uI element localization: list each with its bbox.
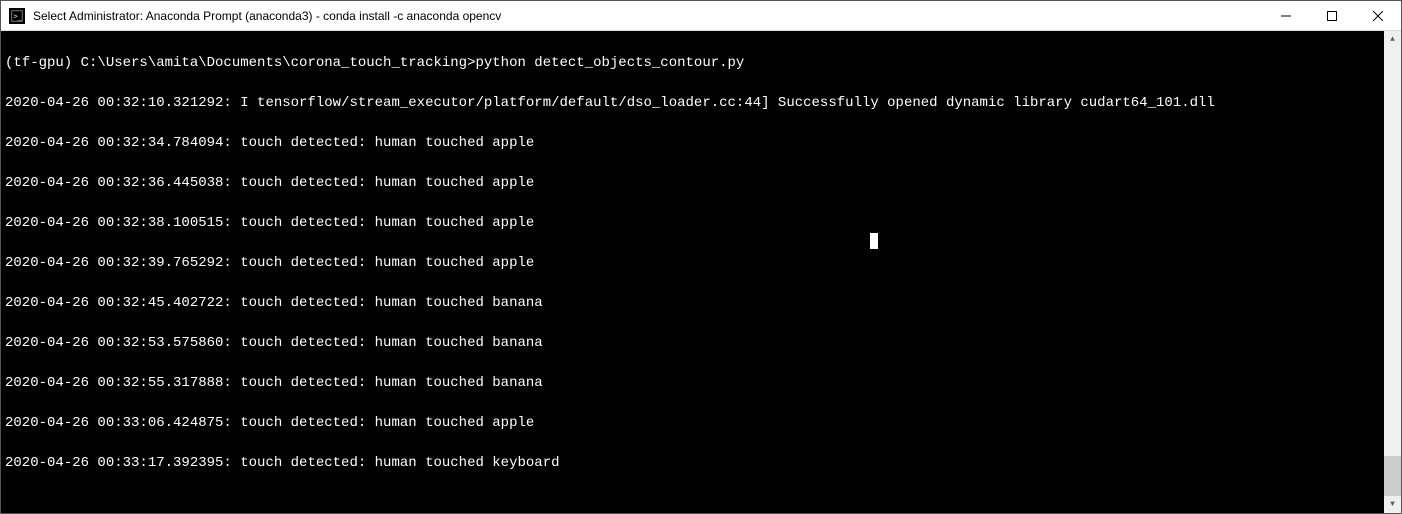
blank-line	[5, 493, 1380, 513]
app-icon: >_	[9, 8, 25, 24]
window-controls	[1263, 1, 1401, 30]
scrollbar-down-arrow[interactable]: ▼	[1384, 496, 1401, 513]
window-titlebar[interactable]: >_ Select Administrator: Anaconda Prompt…	[1, 1, 1401, 31]
scrollbar-track[interactable]	[1384, 48, 1401, 496]
text-cursor	[870, 233, 878, 249]
prompt-line: (tf-gpu) C:\Users\amita\Documents\corona…	[5, 53, 1380, 73]
maximize-button[interactable]	[1309, 1, 1355, 30]
close-button[interactable]	[1355, 1, 1401, 30]
output-line: 2020-04-26 00:32:36.445038: touch detect…	[5, 173, 1380, 193]
output-line: 2020-04-26 00:32:38.100515: touch detect…	[5, 213, 1380, 233]
svg-text:>_: >_	[14, 12, 23, 20]
scrollbar-up-arrow[interactable]: ▲	[1384, 31, 1401, 48]
terminal-area: (tf-gpu) C:\Users\amita\Documents\corona…	[1, 31, 1401, 513]
output-line: 2020-04-26 00:32:39.765292: touch detect…	[5, 253, 1380, 273]
output-line: 2020-04-26 00:32:45.402722: touch detect…	[5, 293, 1380, 313]
output-line: 2020-04-26 00:32:53.575860: touch detect…	[5, 333, 1380, 353]
scrollbar-thumb[interactable]	[1384, 456, 1401, 496]
output-line: 2020-04-26 00:33:17.392395: touch detect…	[5, 453, 1380, 473]
output-line: 2020-04-26 00:33:06.424875: touch detect…	[5, 413, 1380, 433]
minimize-button[interactable]	[1263, 1, 1309, 30]
output-line: 2020-04-26 00:32:10.321292: I tensorflow…	[5, 93, 1380, 113]
terminal-content[interactable]: (tf-gpu) C:\Users\amita\Documents\corona…	[1, 31, 1384, 513]
output-line: 2020-04-26 00:32:55.317888: touch detect…	[5, 373, 1380, 393]
output-line: 2020-04-26 00:32:34.784094: touch detect…	[5, 133, 1380, 153]
terminal-window: >_ Select Administrator: Anaconda Prompt…	[0, 0, 1402, 514]
window-title: Select Administrator: Anaconda Prompt (a…	[33, 9, 1263, 23]
vertical-scrollbar[interactable]: ▲ ▼	[1384, 31, 1401, 513]
